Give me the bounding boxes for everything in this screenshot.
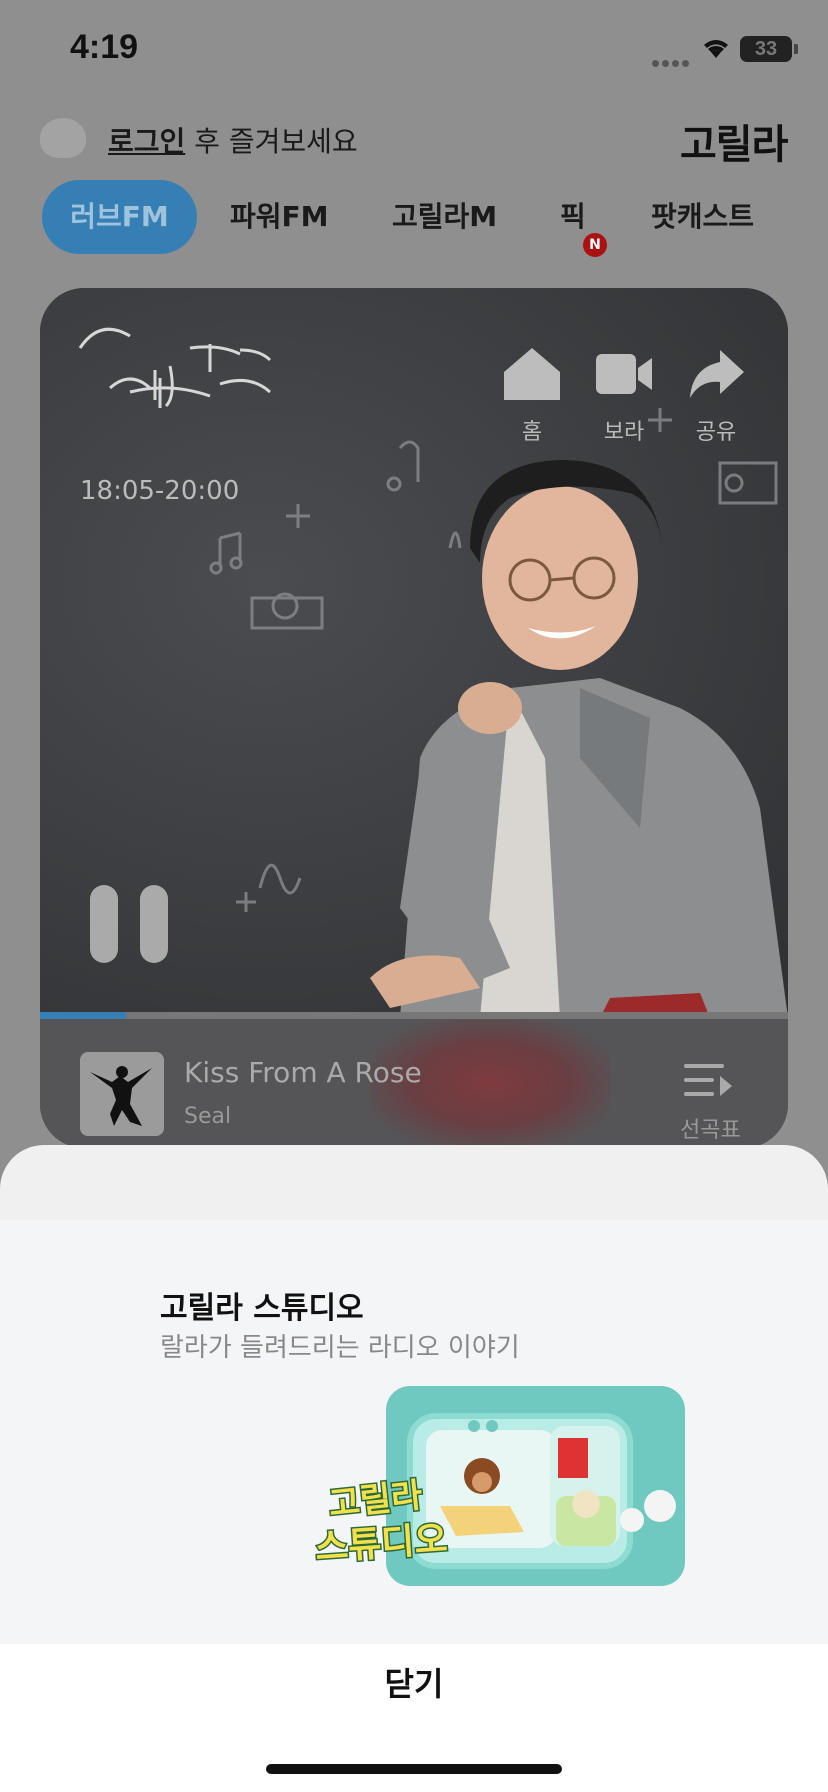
battery-icon: 33 (740, 36, 792, 62)
video-camera-icon (596, 354, 652, 394)
share-label: 공유 (695, 420, 737, 445)
tab-power-fm[interactable]: 파워FM (230, 180, 329, 254)
tab-love-fm[interactable]: 러브FM (42, 180, 197, 254)
tab-gorilla-m[interactable]: 고릴라M (392, 180, 497, 254)
playlist-icon[interactable] (680, 1060, 736, 1104)
song-artist: Seal (184, 1104, 232, 1129)
tab-pick[interactable]: 픽 (560, 180, 586, 254)
battery-cap (794, 44, 798, 54)
player-card: 18:05-20:00 홈 보라 공유 Kiss From A Rose Sea… (40, 288, 788, 1148)
new-badge: N (583, 233, 607, 257)
pause-button[interactable] (90, 885, 180, 963)
dancer-figure (90, 1066, 152, 1126)
home-button[interactable]: 홈 (492, 346, 572, 446)
share-arrow-icon (690, 350, 744, 398)
watch-label: 보라 (603, 420, 645, 445)
show-time: 18:05-20:00 (80, 476, 240, 506)
song-title: Kiss From A Rose (184, 1056, 422, 1089)
progress-fill (40, 1012, 127, 1019)
home-indicator[interactable] (266, 1764, 562, 1774)
gorilla-studio-banner[interactable]: 고릴라 스튜디오 (310, 1386, 685, 1588)
album-art (80, 1052, 164, 1136)
home-label: 홈 (521, 420, 543, 445)
close-button[interactable]: 닫기 (0, 1644, 828, 1724)
tab-podcast[interactable]: 팟캐스트 (651, 180, 754, 254)
sheet-title: 고릴라 스튜디오 (160, 1291, 364, 1326)
watch-button[interactable]: 보라 (584, 346, 664, 446)
login-prompt[interactable]: 로그인 후 즐겨보세요 (108, 120, 358, 160)
status-time: 4:19 (70, 28, 139, 66)
home-icon (504, 348, 560, 400)
login-link[interactable]: 로그인 (108, 125, 185, 158)
share-button[interactable]: 공유 (676, 346, 756, 446)
playlist-label[interactable]: 선곡표 (680, 1112, 741, 1144)
progress-bar[interactable] (40, 1012, 788, 1019)
login-suffix: 후 즐겨보세요 (185, 125, 358, 158)
wifi-icon (704, 40, 728, 58)
pause-icon (90, 885, 118, 963)
sheet-subtitle: 랄라가 들려드리는 라디오 이야기 (160, 1333, 520, 1363)
avatar[interactable] (40, 118, 86, 158)
cellular-signal-icon (652, 52, 692, 67)
pause-icon-bar (140, 885, 168, 963)
brand-logo[interactable]: 고릴라 (680, 112, 788, 170)
